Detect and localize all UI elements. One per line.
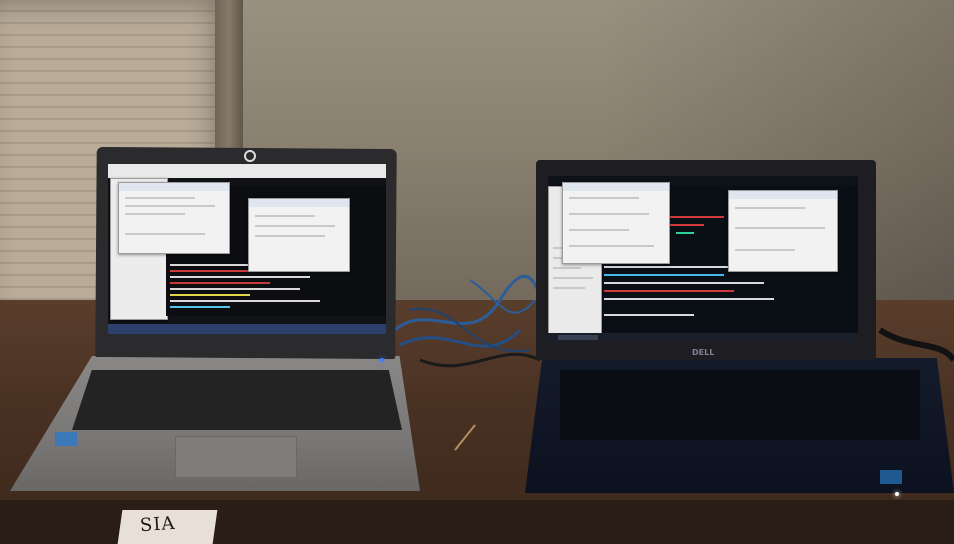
right-laptop-screen: [548, 176, 858, 342]
left-term-line: [170, 300, 320, 302]
left-laptop-keyboard: [72, 370, 402, 430]
right-laptop-brand: DELL: [692, 348, 715, 357]
right-laptop-sticker: [880, 470, 902, 484]
right-dialog-window: [562, 182, 670, 264]
right-taskbar: [548, 333, 858, 342]
left-dialog-window: [118, 182, 230, 254]
right-term-line: [604, 290, 734, 292]
left-term-line: [170, 294, 250, 296]
right-term-line: [604, 298, 774, 300]
left-term-line: [170, 276, 310, 278]
left-term-line: [170, 306, 230, 308]
left-laptop-touchpad: [175, 436, 297, 478]
right-term-line: [604, 282, 764, 284]
left-laptop-power-led: [380, 358, 384, 362]
left-term-line: [170, 288, 300, 290]
right-dialog-window: [728, 190, 838, 272]
right-term-line: [604, 274, 724, 276]
right-laptop-keyboard: [560, 370, 920, 440]
left-laptop-sticker: [55, 432, 77, 446]
left-term-line: [170, 270, 260, 272]
photo-scene: SIA DELL: [0, 0, 954, 544]
right-term-line: [676, 232, 694, 234]
right-taskbar-search: [558, 335, 598, 340]
left-laptop-webcam: [244, 150, 256, 162]
left-term-line: [170, 282, 270, 284]
left-app-toolbar: [108, 164, 386, 178]
left-taskbar: [108, 324, 386, 334]
right-laptop-power-led: [895, 492, 899, 496]
left-laptop-screen: [108, 164, 386, 334]
right-term-line: [604, 314, 694, 316]
left-dialog-window: [248, 198, 350, 272]
